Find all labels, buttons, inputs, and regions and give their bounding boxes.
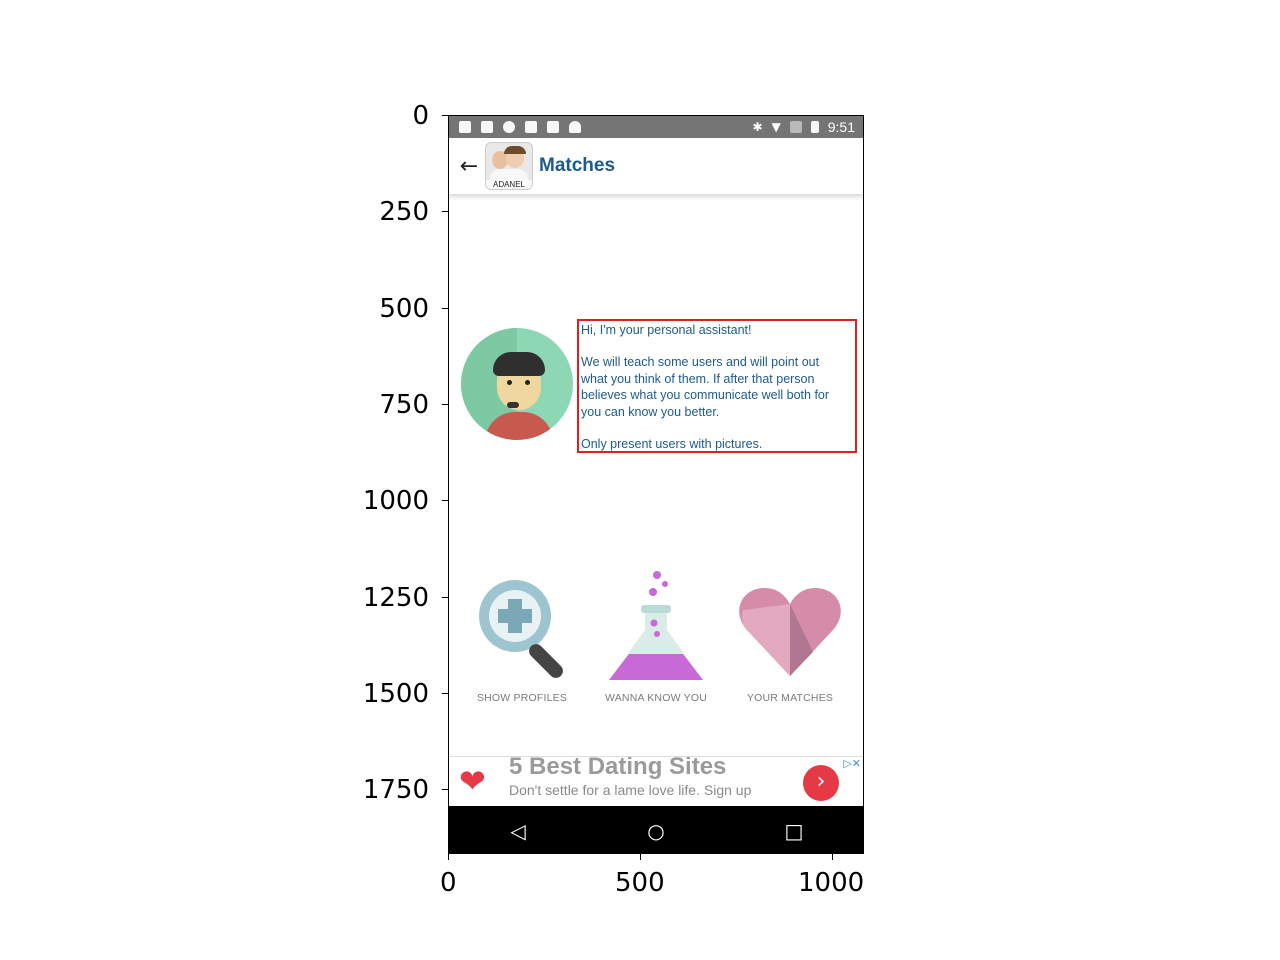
x-tick-label: 500 <box>615 868 665 898</box>
x-tick <box>640 854 641 860</box>
y-tick-label: 1500 <box>362 679 429 709</box>
chevron-right-icon[interactable]: › <box>803 765 839 801</box>
system-nav-bar: ◁ ○ □ <box>449 806 863 853</box>
assistant-greeting: Hi, I'm your personal assistant! <box>581 323 752 337</box>
x-tick-label: 1000 <box>798 868 865 898</box>
system-icons: ✱ ▼ 9:51 <box>752 119 855 135</box>
nav-back-icon[interactable]: ◁ <box>488 819 548 843</box>
nav-home-icon[interactable]: ○ <box>626 819 686 843</box>
y-tick-label: 1750 <box>362 775 429 805</box>
logo-text: ADANEL <box>486 180 532 189</box>
heart-icon: ❤ <box>459 762 486 800</box>
facebook-icon <box>459 121 471 133</box>
status-bar: ✱ ▼ 9:51 <box>449 116 863 138</box>
ad-title: 5 Best Dating Sites <box>509 756 727 780</box>
notification-icons <box>459 121 581 133</box>
no-signal-icon <box>789 121 802 133</box>
ad-choices-icon[interactable]: ▷✕ <box>843 757 861 770</box>
assistant-body: We will teach some users and will point … <box>581 355 830 419</box>
battery-icon <box>810 121 819 133</box>
app-logo: ADANEL <box>485 142 533 190</box>
y-tick-label: 500 <box>379 294 429 324</box>
y-tick-label: 750 <box>379 390 429 420</box>
phone-screen: ✱ ▼ 9:51 ← ADANEL Matches Hi, I'm your p… <box>448 115 864 854</box>
y-tick-label: 1250 <box>362 583 429 613</box>
y-tick-label: 1000 <box>362 486 429 516</box>
assistant-note: Only present users with pictures. <box>581 437 763 452</box>
your-matches-label: YOUR MATCHES <box>746 692 834 704</box>
flask-icon <box>609 571 703 680</box>
heart-icon <box>739 588 841 676</box>
wanna-know-you-button[interactable]: WANNA KNOW YOU <box>591 568 721 704</box>
x-tick <box>448 854 449 860</box>
show-profiles-button[interactable]: SHOW PROFILES <box>457 568 587 704</box>
y-tick-label: 0 <box>412 101 429 131</box>
x-tick <box>832 854 833 860</box>
app-bar: ← ADANEL Matches <box>449 138 863 194</box>
ad-subtitle: Don't settle for a lame love life. Sign … <box>509 782 752 798</box>
your-matches-button[interactable]: YOUR MATCHES <box>725 568 855 704</box>
ad-banner[interactable]: ❤ 5 Best Dating Sites Don't settle for a… <box>449 756 863 805</box>
lock-icon <box>525 121 537 133</box>
gallery-icon <box>481 121 493 133</box>
y-tick-label: 250 <box>379 197 429 227</box>
page-title: Matches <box>539 155 616 176</box>
info-icon <box>503 121 515 133</box>
wifi-icon: ▼ <box>771 120 781 134</box>
headset-mic-icon <box>507 402 519 408</box>
magnifier-plus-icon <box>479 580 563 678</box>
show-profiles-label: SHOW PROFILES <box>476 692 568 704</box>
assistant-message: Hi, I'm your personal assistant! We will… <box>577 319 857 453</box>
bluetooth-icon: ✱ <box>752 120 763 134</box>
feature-menu: SHOW PROFILES WANNA KNOW YOU YOUR MATCHE… <box>449 568 863 708</box>
android-icon <box>569 121 581 133</box>
arrow-left-icon[interactable]: ← <box>455 154 483 179</box>
wanna-know-you-label: WANNA KNOW YOU <box>605 692 707 704</box>
clock: 9:51 <box>827 119 855 135</box>
nav-recents-icon[interactable]: □ <box>764 819 824 843</box>
tools-icon <box>547 121 559 133</box>
x-tick-label: 0 <box>440 868 457 898</box>
assistant-avatar <box>461 328 573 440</box>
